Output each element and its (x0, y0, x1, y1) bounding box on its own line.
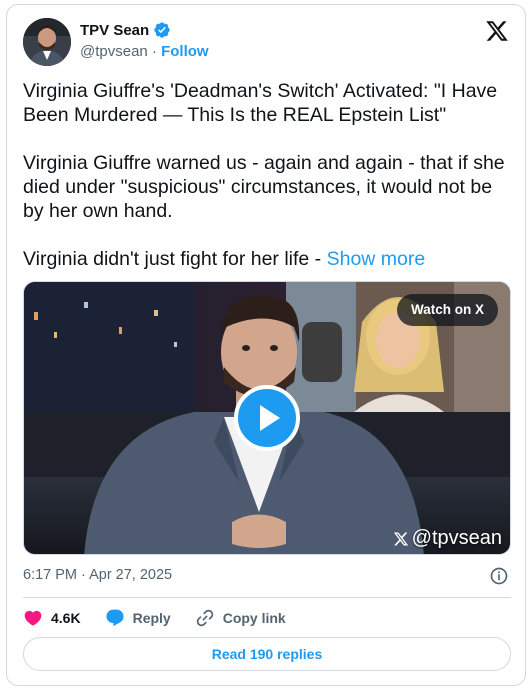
reply-icon (106, 609, 124, 627)
heart-icon (24, 610, 42, 626)
tweet-paragraph: Virginia Giuffre warned us - again and a… (23, 152, 505, 222)
info-icon[interactable] (489, 566, 509, 586)
watch-on-x-button[interactable]: Watch on X (397, 294, 498, 326)
copy-link-label: Copy link (222, 610, 286, 626)
author-handle[interactable]: @tpvsean (80, 43, 148, 60)
separator: · (147, 43, 162, 60)
play-button[interactable] (234, 385, 300, 451)
x-logo-icon (393, 532, 408, 545)
play-icon (260, 405, 280, 431)
x-logo-icon[interactable] (485, 19, 509, 43)
tweet-timestamp[interactable]: 6:17 PM · Apr 27, 2025 (23, 567, 172, 583)
video-thumbnail[interactable]: Watch on X @tpvsean (23, 281, 511, 555)
reply-button[interactable]: Reply (105, 608, 171, 628)
tweet-paragraph: Virginia Giuffre's 'Deadman's Switch' Ac… (23, 80, 498, 126)
read-replies-button[interactable]: Read 190 replies (23, 637, 511, 671)
author-name[interactable]: TPV Sean (80, 22, 149, 39)
tweet-paragraph-last: Virginia didn't just fight for her life … (23, 247, 515, 271)
like-button[interactable]: 4.6K (23, 608, 81, 628)
like-count: 4.6K (51, 610, 81, 626)
action-bar: 4.6K Reply Copy link (23, 607, 310, 629)
verified-badge-icon (154, 22, 170, 38)
handle-row: @tpvsean · Follow (80, 43, 209, 60)
avatar[interactable] (23, 18, 71, 66)
reply-label: Reply (132, 610, 171, 626)
video-watermark: @tpvsean (393, 527, 502, 550)
tweet-text: Virginia Giuffre's 'Deadman's Switch' Ac… (23, 79, 515, 271)
copy-link-button[interactable]: Copy link (195, 608, 286, 628)
show-more-link[interactable]: Show more (327, 248, 426, 270)
link-icon (196, 609, 213, 627)
follow-button[interactable]: Follow (161, 43, 209, 60)
watermark-handle: @tpvsean (411, 527, 502, 549)
tweet-card: TPV Sean @tpvsean · Follow Virginia Giuf… (6, 4, 526, 686)
tweet-paragraph-text: Virginia didn't just fight for her life … (23, 248, 327, 270)
divider (23, 597, 511, 598)
